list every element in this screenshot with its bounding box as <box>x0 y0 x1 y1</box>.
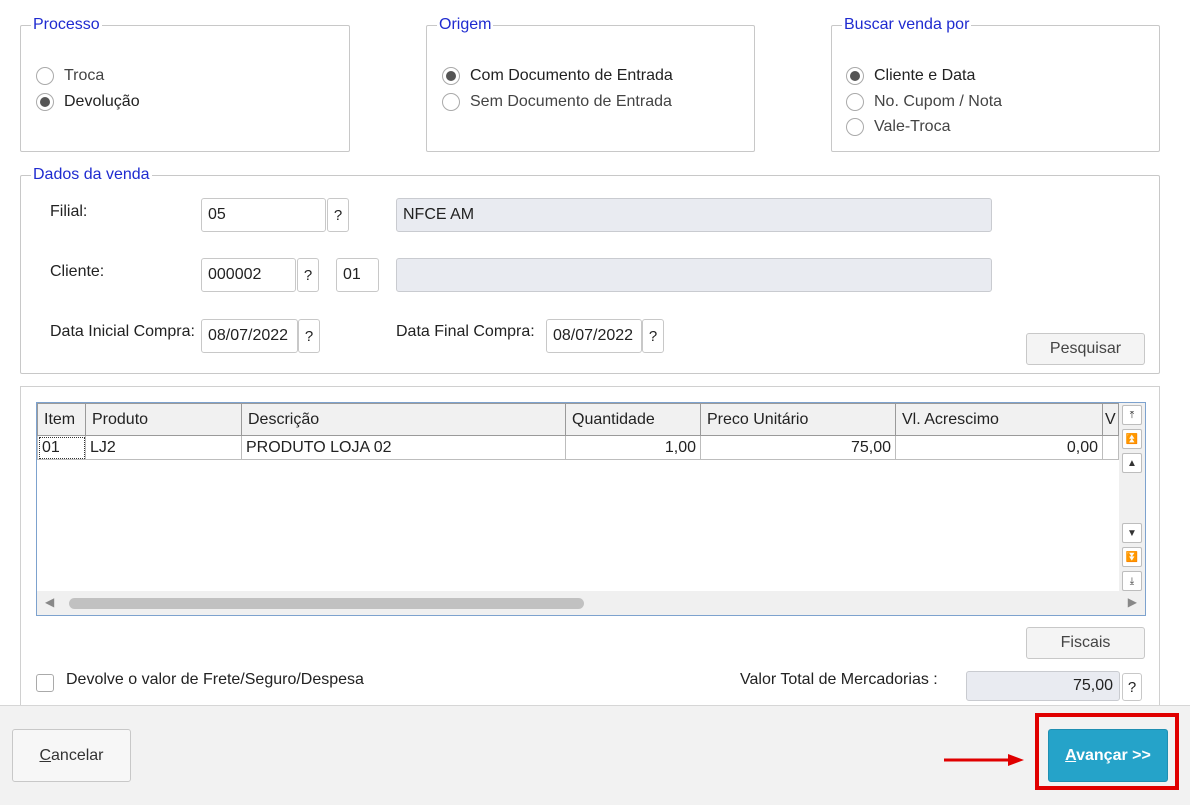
cell-vl-acrescimo[interactable]: 0,00 <box>895 435 1103 460</box>
processo-legend: Processo <box>33 16 100 33</box>
radio-devolucao-circle[interactable] <box>36 93 54 111</box>
col-descricao[interactable]: Descrição <box>241 403 566 436</box>
data-final-lookup-button[interactable]: ? <box>642 319 664 353</box>
avancar-label: Avançar >> <box>1065 746 1151 764</box>
scroll-page-down-icon[interactable]: ⏬ <box>1122 547 1142 567</box>
radio-sem-documento-label: Sem Documento de Entrada <box>470 93 672 110</box>
origem-legend: Origem <box>439 16 492 33</box>
total-value-text: 75,00 <box>1072 677 1113 694</box>
devolve-frete-checkbox[interactable] <box>36 674 54 692</box>
radio-devolucao[interactable]: Devolução <box>36 93 140 111</box>
cell-descricao[interactable]: PRODUTO LOJA 02 <box>241 435 566 460</box>
cliente-description <box>396 258 992 292</box>
radio-vale-troca-circle[interactable] <box>846 118 864 136</box>
scroll-page-up-icon[interactable]: ⏫ <box>1122 429 1142 449</box>
cliente-lookup-button[interactable]: ? <box>297 258 319 292</box>
radio-sem-documento[interactable]: Sem Documento de Entrada <box>442 93 672 111</box>
cell-produto[interactable]: LJ2 <box>85 435 242 460</box>
data-inicial-input[interactable]: 08/07/2022 <box>201 319 298 353</box>
cancelar-label: Cancelar <box>39 746 104 764</box>
radio-sem-documento-circle[interactable] <box>442 93 460 111</box>
scroll-down-icon[interactable]: ▼ <box>1122 523 1142 543</box>
total-lookup-button[interactable]: ? <box>1122 673 1142 701</box>
scroll-bottom-icon[interactable]: ⤓ <box>1122 571 1142 591</box>
radio-com-documento[interactable]: Com Documento de Entrada <box>442 67 673 85</box>
dados-venda-legend: Dados da venda <box>33 166 150 183</box>
buscar-legend: Buscar venda por <box>844 16 970 33</box>
radio-troca[interactable]: Troca <box>36 67 104 85</box>
pesquisar-button[interactable]: Pesquisar <box>1026 333 1145 365</box>
grid-header-row: Item Produto Descrição Quantidade Preco … <box>37 403 1119 436</box>
data-inicial-label: Data Inicial Compra: <box>50 323 195 340</box>
filial-description: NFCE AM <box>396 198 992 232</box>
scroll-top-icon[interactable]: ⤒ <box>1122 405 1142 425</box>
radio-devolucao-label: Devolução <box>64 93 140 110</box>
filial-lookup-button[interactable]: ? <box>327 198 349 232</box>
fiscais-button[interactable]: Fiscais <box>1026 627 1145 659</box>
col-v-truncated[interactable]: V <box>1102 403 1119 436</box>
col-produto[interactable]: Produto <box>85 403 242 436</box>
filial-label: Filial: <box>50 203 88 220</box>
radio-vale-troca-label: Vale-Troca <box>874 118 951 135</box>
cell-preco-unitario[interactable]: 75,00 <box>700 435 896 460</box>
cancelar-button[interactable]: Cancelar <box>12 729 131 782</box>
cell-item[interactable]: 01 <box>37 435 86 460</box>
col-quantidade[interactable]: Quantidade <box>565 403 701 436</box>
avancar-button[interactable]: Avançar >> <box>1048 729 1168 782</box>
radio-com-documento-circle[interactable] <box>442 67 460 85</box>
cell-v-truncated[interactable] <box>1102 435 1119 460</box>
scroll-up-icon[interactable]: ▲ <box>1122 453 1142 473</box>
grid-vertical-scrollbar[interactable]: ⤒ ⏫ ▲ ▼ ⏬ ⤓ <box>1119 403 1145 593</box>
radio-com-documento-label: Com Documento de Entrada <box>470 67 673 84</box>
data-final-label: Data Final Compra: <box>396 323 535 340</box>
loja-input[interactable]: 01 <box>336 258 379 292</box>
scroll-left-icon[interactable]: ◀ <box>45 595 54 609</box>
filial-input[interactable]: 05 <box>201 198 326 232</box>
devolve-frete-label: Devolve o valor de Frete/Seguro/Despesa <box>66 671 364 688</box>
radio-cupom-nota-circle[interactable] <box>846 93 864 111</box>
data-final-input[interactable]: 08/07/2022 <box>546 319 642 353</box>
radio-cupom-nota[interactable]: No. Cupom / Nota <box>846 93 1002 111</box>
radio-troca-circle[interactable] <box>36 67 54 85</box>
items-table: Item Produto Descrição Quantidade Preco … <box>37 403 1119 460</box>
table-row[interactable]: 01 LJ2 PRODUTO LOJA 02 1,00 75,00 0,00 <box>37 435 1119 460</box>
radio-cliente-data-circle[interactable] <box>846 67 864 85</box>
radio-cliente-data-label: Cliente e Data <box>874 67 976 84</box>
total-label: Valor Total de Mercadorias : <box>740 671 938 688</box>
radio-cliente-data[interactable]: Cliente e Data <box>846 67 975 85</box>
cell-quantidade[interactable]: 1,00 <box>565 435 701 460</box>
cliente-label: Cliente: <box>50 263 105 280</box>
items-grid[interactable]: Item Produto Descrição Quantidade Preco … <box>36 402 1146 616</box>
arrow-icon <box>944 753 1024 767</box>
radio-cupom-nota-label: No. Cupom / Nota <box>874 93 1003 110</box>
col-item[interactable]: Item <box>37 403 86 436</box>
cliente-input[interactable]: 000002 <box>201 258 296 292</box>
total-value: 75,00 <box>966 671 1120 701</box>
scroll-right-icon[interactable]: ▶ <box>1128 595 1137 609</box>
radio-troca-label: Troca <box>64 67 105 84</box>
radio-vale-troca[interactable]: Vale-Troca <box>846 118 950 136</box>
horizontal-scroll-thumb[interactable] <box>69 598 584 609</box>
col-preco-unitario[interactable]: Preco Unitário <box>700 403 896 436</box>
grid-horizontal-scrollbar[interactable]: ◀ ▶ <box>37 591 1145 615</box>
data-inicial-lookup-button[interactable]: ? <box>298 319 320 353</box>
col-vl-acrescimo[interactable]: Vl. Acrescimo <box>895 403 1103 436</box>
